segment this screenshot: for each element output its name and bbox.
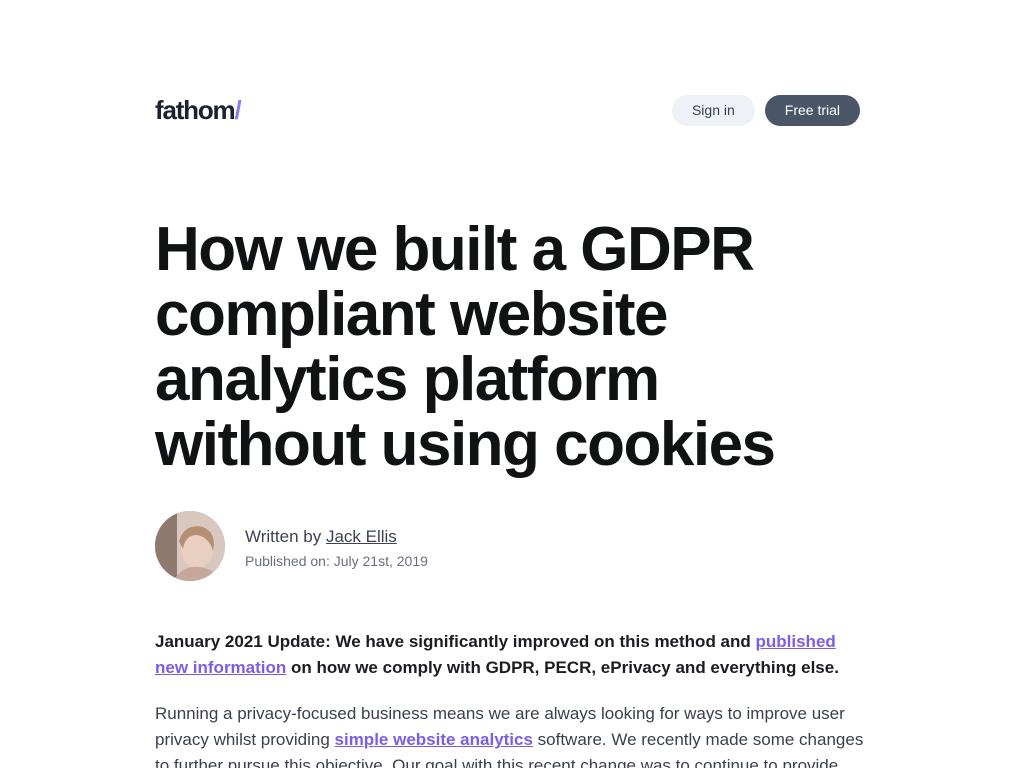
author-block: Written by Jack Ellis Published on: July… [155,511,860,581]
article-title: How we built a GDPR compliant website an… [155,215,776,479]
simple-website-analytics-link[interactable]: simple website analytics [335,730,533,749]
author-name-link[interactable]: Jack Ellis [326,527,397,546]
update-notice: January 2021 Update: We have significant… [155,629,865,681]
author-avatar [155,511,225,581]
written-by-label: Written by [245,527,326,546]
logo-slash: / [234,95,241,125]
update-lead: January 2021 Update: We have significant… [155,632,756,651]
sign-in-button[interactable]: Sign in [671,95,755,126]
site-header: fathom/ Sign in Free trial [155,95,860,126]
intro-paragraph: Running a privacy-focused business means… [155,701,865,768]
update-tail: on how we comply with GDPR, PECR, ePriva… [286,658,839,677]
published-date: Published on: July 21st, 2019 [245,553,428,569]
page: fathom/ Sign in Free trial How we built … [0,0,1024,768]
logo-text: fathom [155,95,236,125]
written-by-line: Written by Jack Ellis [245,527,397,547]
fathom-logo[interactable]: fathom/ [155,95,242,125]
free-trial-button[interactable]: Free trial [764,95,860,126]
header-nav: Sign in Free trial [671,95,860,126]
